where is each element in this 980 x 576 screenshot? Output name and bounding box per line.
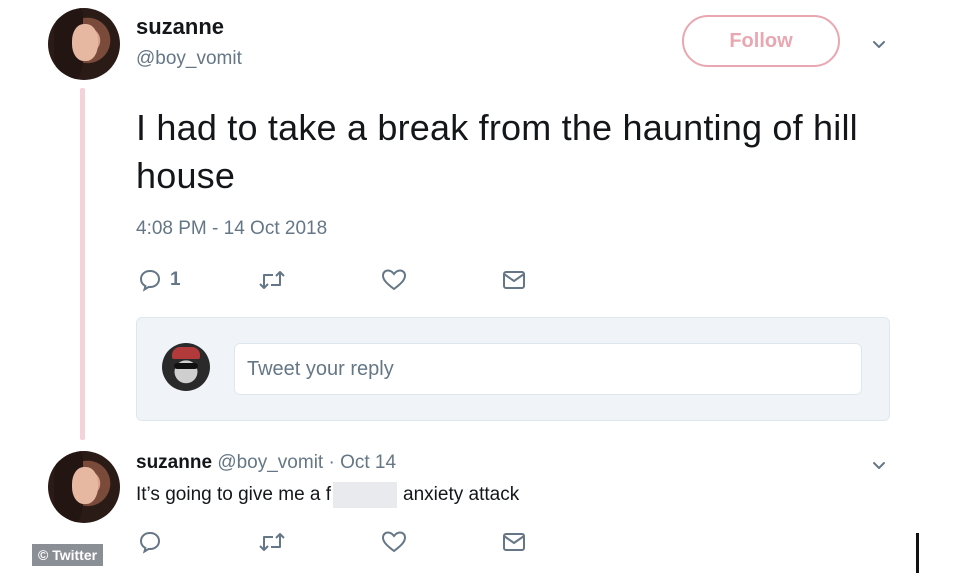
reply-input[interactable]: Tweet your reply xyxy=(234,343,862,395)
heart-icon xyxy=(381,531,407,553)
reply-reply-action[interactable] xyxy=(138,530,162,554)
retweet-icon xyxy=(259,271,285,289)
reply-count: 1 xyxy=(170,269,181,290)
like-action[interactable] xyxy=(381,268,407,292)
reply-separator: · xyxy=(328,452,335,473)
follow-button[interactable]: Follow xyxy=(682,15,840,67)
retweet-icon xyxy=(259,533,285,551)
reply-author-handle[interactable]: @boy_vomit xyxy=(217,452,323,473)
reply-header: suzanne @boy_vomit · Oct 14 xyxy=(136,452,396,474)
censor-block xyxy=(333,482,398,508)
reply-retweet-action[interactable] xyxy=(258,530,286,554)
tweet-timestamp[interactable]: 4:08 PM - 14 Oct 2018 xyxy=(136,218,327,240)
twitter-watermark: © Twitter xyxy=(32,544,104,566)
chevron-down-icon[interactable] xyxy=(872,38,886,52)
current-user-avatar xyxy=(162,343,210,391)
reply-text-end: anxiety attack xyxy=(403,484,520,505)
tweet-text: I had to take a break from the haunting … xyxy=(136,107,858,196)
reply-text-start: It’s going to give me a f xyxy=(136,484,332,505)
author-handle[interactable]: @boy_vomit xyxy=(136,48,242,70)
author-avatar[interactable] xyxy=(48,8,120,80)
reply-author-avatar[interactable] xyxy=(48,451,120,523)
reply-author-name[interactable]: suzanne xyxy=(136,452,212,473)
reply-chevron-down-icon[interactable] xyxy=(872,459,886,473)
reply-date[interactable]: Oct 14 xyxy=(340,452,396,473)
message-action[interactable] xyxy=(502,270,526,290)
heart-icon xyxy=(381,269,407,291)
envelope-icon xyxy=(503,271,525,289)
reply-action[interactable]: 1 xyxy=(138,268,181,292)
reply-icon xyxy=(139,269,161,292)
thread-line xyxy=(80,88,85,440)
reply-message-action[interactable] xyxy=(502,532,526,552)
reply-text: It’s going to give me a f anxiety attack xyxy=(136,482,519,508)
envelope-icon xyxy=(503,533,525,551)
reply-like-action[interactable] xyxy=(381,530,407,554)
reply-icon xyxy=(139,531,161,554)
author-name[interactable]: suzanne xyxy=(136,14,224,40)
text-cursor xyxy=(916,533,919,573)
retweet-action[interactable] xyxy=(258,268,286,292)
